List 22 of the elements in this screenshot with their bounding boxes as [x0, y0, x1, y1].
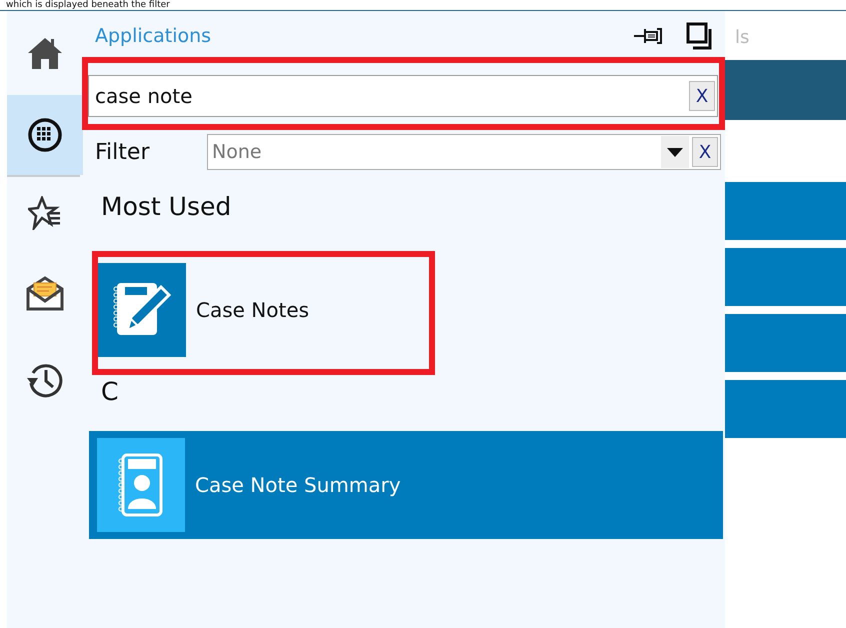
notebook-pencil-icon: [98, 263, 186, 357]
apps-grid-icon: [27, 117, 63, 153]
group-header: C: [100, 377, 120, 408]
search-field[interactable]: case note X: [88, 75, 718, 117]
envelope-icon: [25, 275, 65, 311]
filter-label: Filter: [94, 140, 150, 164]
caret-icon: [667, 148, 683, 156]
app-item[interactable]: Case Note Summary: [89, 431, 723, 539]
window-title-fragment: ls: [734, 26, 750, 50]
sidebar-item[interactable]: [7, 95, 83, 175]
group-header: Most Used: [100, 192, 232, 223]
panel-title: Applications: [95, 25, 212, 47]
pin-icon[interactable]: [633, 25, 665, 47]
clear-button[interactable]: X: [689, 81, 715, 111]
home-icon: [26, 36, 64, 70]
caption-text: which is displayed beneath the filter: [5, 0, 171, 10]
app-item[interactable]: Case Notes: [98, 263, 418, 357]
dropdown-button[interactable]: [661, 136, 689, 168]
star-list-icon: [28, 196, 62, 230]
filter-dropdown[interactable]: None X: [207, 134, 721, 170]
clear-button[interactable]: X: [692, 137, 718, 167]
contact-notebook-icon: [97, 438, 185, 532]
